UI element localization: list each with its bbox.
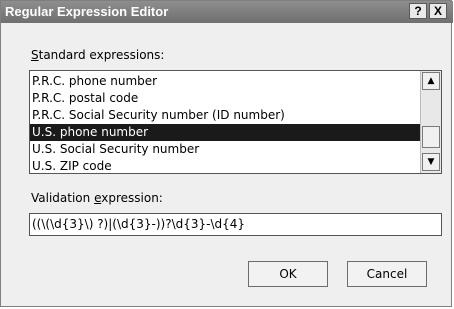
validation-expression-input[interactable]: ((\(\d{3}\) ?)|(\d{3}-))?\d{3}-\d{4} [29, 213, 442, 236]
standard-expressions-listbox[interactable]: P.R.C. phone number P.R.C. postal code P.R… [29, 70, 442, 174]
standard-expressions-list[interactable]: P.R.C. phone number P.R.C. postal code P.R… [30, 73, 420, 173]
dialog-title: Regular Expression Editor [5, 4, 169, 19]
list-item[interactable]: P.R.C. Social Security number (ID number… [30, 107, 420, 124]
scroll-thumb[interactable] [422, 126, 440, 148]
list-item[interactable]: P.R.C. phone number [30, 73, 420, 90]
validation-expression-label: Validation expression: [31, 191, 163, 205]
list-scrollbar[interactable]: ▲ ▼ [420, 71, 441, 173]
cancel-button[interactable]: Cancel [347, 261, 427, 287]
regex-editor-dialog: Regular Expression Editor ? X Standard e… [0, 0, 453, 307]
title-bar[interactable]: Regular Expression Editor ? X [1, 1, 453, 23]
list-item[interactable]: U.S. Social Security number [30, 141, 420, 158]
help-button[interactable]: ? [409, 3, 427, 19]
standard-expressions-label: Standard expressions: [31, 48, 165, 62]
close-button[interactable]: X [429, 3, 447, 19]
list-item[interactable]: U.S. phone number [30, 124, 420, 141]
scroll-down-arrow-icon[interactable]: ▼ [422, 153, 440, 171]
scroll-up-arrow-icon[interactable]: ▲ [422, 72, 440, 90]
list-item[interactable]: U.S. ZIP code [30, 158, 420, 173]
list-item[interactable]: P.R.C. postal code [30, 90, 420, 107]
ok-button[interactable]: OK [248, 261, 328, 287]
